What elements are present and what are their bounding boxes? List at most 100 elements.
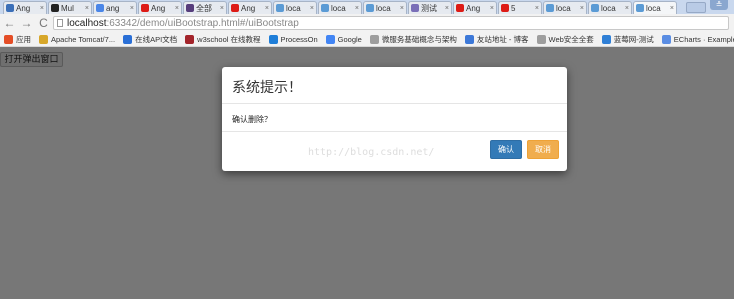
bookmark-item[interactable]: w3school 在线教程 xyxy=(185,34,261,45)
bookmark-item[interactable]: 在线API文档 xyxy=(123,34,177,45)
tab-label: ang xyxy=(106,3,120,13)
bookmark-item[interactable]: Apache Tomcat/7... xyxy=(39,34,116,44)
modal-message: 确认删除？ xyxy=(232,115,272,124)
bookmark-item[interactable]: Web安全全套 xyxy=(536,34,594,45)
bootstrap-icon xyxy=(186,4,194,12)
modal-title: 系统提示！ xyxy=(232,79,302,95)
close-icon[interactable]: × xyxy=(310,5,314,12)
browser-tab[interactable]: Mul × xyxy=(48,1,92,14)
close-icon[interactable]: × xyxy=(220,5,224,12)
tab-label: Ang xyxy=(466,3,481,13)
browser-tab[interactable]: loca × xyxy=(363,1,407,14)
browser-tab[interactable]: loca × xyxy=(588,1,632,14)
browser-tab[interactable]: Ang × xyxy=(138,1,182,14)
confirm-button[interactable]: 确认 xyxy=(490,140,522,159)
tab-label: loca xyxy=(646,3,661,13)
reload-icon[interactable]: C xyxy=(36,16,51,31)
angular-icon xyxy=(501,4,509,12)
tab-label: loca xyxy=(601,3,616,13)
new-tab-button[interactable] xyxy=(686,2,706,13)
close-icon[interactable]: × xyxy=(175,5,179,12)
cancel-button[interactable]: 取消 xyxy=(527,140,559,159)
close-icon[interactable]: × xyxy=(85,5,89,12)
tab-label: loca xyxy=(286,3,301,13)
browser-tab[interactable]: loca × xyxy=(543,1,587,14)
browser-tab[interactable]: Ang × xyxy=(228,1,272,14)
profile-icon[interactable]: ≗ xyxy=(710,0,728,10)
google-icon xyxy=(325,34,335,44)
close-icon[interactable]: × xyxy=(445,5,449,12)
w3school-icon xyxy=(185,34,195,44)
back-arrow-icon[interactable]: ← xyxy=(2,16,17,31)
browser-tab[interactable]: Ang × xyxy=(453,1,497,14)
tab-label: 5 xyxy=(511,3,516,13)
bookmark-label: ProcessOn xyxy=(280,34,318,44)
page-icon xyxy=(536,34,546,44)
tab-label: loca xyxy=(376,3,391,13)
page-icon xyxy=(321,4,329,12)
page-icon xyxy=(276,4,284,12)
forward-arrow-icon[interactable]: → xyxy=(19,16,34,31)
bookmark-item[interactable]: 蓝莓网-测试 xyxy=(601,34,654,45)
angular-icon xyxy=(456,4,464,12)
bookmark-label: 在线API文档 xyxy=(135,34,178,44)
watermark-text: http://blog.csdn.net/ xyxy=(308,147,435,158)
angular-icon xyxy=(141,4,149,12)
close-icon[interactable]: × xyxy=(670,5,674,12)
bookmark-label: 蓝莓网-测试 xyxy=(613,34,654,44)
bookmark-item[interactable]: 微服务基础概念与架构 xyxy=(369,34,457,45)
address-bar[interactable]: localhost :63342/demo/uiBootstrap.html#/… xyxy=(53,16,729,30)
link-icon xyxy=(601,34,611,44)
close-icon[interactable]: × xyxy=(400,5,404,12)
bookmark-label: Apache Tomcat/7... xyxy=(51,34,116,44)
address-path: :63342/demo/uiBootstrap.html#/uiBootstra… xyxy=(106,17,299,29)
close-icon[interactable]: × xyxy=(580,5,584,12)
bookmark-label: Web安全全套 xyxy=(548,34,594,44)
tab-label: 全部 xyxy=(196,3,212,13)
echarts-icon xyxy=(661,34,671,44)
page-icon xyxy=(96,4,104,12)
bookmark-item[interactable]: ProcessOn xyxy=(268,34,318,44)
processon-icon xyxy=(268,34,278,44)
modal-footer: http://blog.csdn.net/ 确认 取消 xyxy=(222,132,567,170)
page-icon xyxy=(546,4,554,12)
close-icon[interactable]: × xyxy=(535,5,539,12)
browser-toolbar: ← → C localhost :63342/demo/uiBootstrap.… xyxy=(0,14,734,32)
page-icon xyxy=(366,4,374,12)
page-icon xyxy=(57,19,63,27)
modal-header: 系统提示！ xyxy=(222,67,567,104)
browser-tab[interactable]: 5 × xyxy=(498,1,542,14)
close-icon[interactable]: × xyxy=(490,5,494,12)
close-icon[interactable]: × xyxy=(355,5,359,12)
blog-icon xyxy=(464,34,474,44)
close-icon[interactable]: × xyxy=(40,5,44,12)
bookmark-label: 友站地址 - 博客 xyxy=(476,34,529,44)
bookmark-item[interactable]: 应用 xyxy=(4,34,31,45)
tab-label: Ang xyxy=(151,3,166,13)
bookmark-item[interactable]: ECharts · Example xyxy=(661,34,734,44)
browser-tab[interactable]: Ang × xyxy=(3,1,47,14)
modal-body: 确认删除？ xyxy=(222,104,567,132)
angular-icon xyxy=(231,4,239,12)
browser-tab[interactable]: 测试 × xyxy=(408,1,452,14)
close-icon[interactable]: × xyxy=(625,5,629,12)
tab-label: Ang xyxy=(241,3,256,13)
close-icon[interactable]: × xyxy=(265,5,269,12)
bookmark-item[interactable]: Google xyxy=(325,34,362,44)
browser-tab[interactable]: ang × xyxy=(93,1,137,14)
apps-grid-icon xyxy=(4,34,13,44)
bookmark-item[interactable]: 友站地址 - 博客 xyxy=(464,34,529,45)
browser-tab[interactable]: loca × xyxy=(273,1,317,14)
close-icon[interactable]: × xyxy=(130,5,134,12)
address-host: localhost xyxy=(67,17,107,29)
modal-dialog: 系统提示！ 确认删除？ http://blog.csdn.net/ 确认 取消 xyxy=(222,67,567,171)
page-icon xyxy=(369,34,379,44)
browser-tab[interactable]: loca × xyxy=(633,1,677,14)
bookmark-label: 应用 xyxy=(16,34,31,44)
tab-label: loca xyxy=(556,3,571,13)
bookmark-label: 微服务基础概念与架构 xyxy=(381,34,457,44)
tab-label: loca xyxy=(331,3,346,13)
open-modal-button[interactable]: 打开弹出窗口 xyxy=(0,52,63,67)
browser-tab[interactable]: 全部 × xyxy=(183,1,227,14)
browser-tab[interactable]: loca × xyxy=(318,1,362,14)
